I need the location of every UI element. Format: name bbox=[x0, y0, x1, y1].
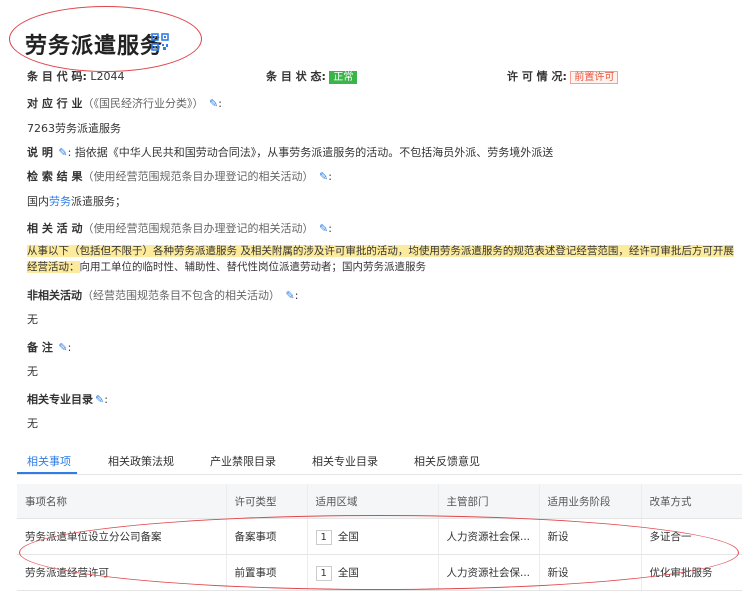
code-field: 条 目 代 码: L2044 bbox=[27, 68, 125, 84]
remark-label: 备 注 bbox=[27, 341, 53, 354]
search-highlight: 劳务 bbox=[49, 195, 71, 208]
cell-region: 1 全国 bbox=[306, 554, 438, 591]
remark-value: 无 bbox=[27, 365, 38, 378]
code-value: L2044 bbox=[90, 70, 125, 83]
tab-related-feedback[interactable]: 相关反馈意见 bbox=[414, 453, 480, 469]
header-department: 主管部门 bbox=[437, 484, 539, 519]
cell-department: 人力资源社会保... bbox=[437, 518, 539, 555]
search-label: 检 索 结 果 bbox=[27, 170, 83, 183]
related-line2-hl: 经营活动： bbox=[27, 261, 80, 273]
search-paren: （使用经营范围规范条目办理登记的相关活动） bbox=[82, 170, 314, 183]
search-header: 检 索 结 果（使用经营范围规范条目办理登记的相关活动） ✎: bbox=[27, 170, 332, 183]
edit-pencil-icon[interactable]: ✎ bbox=[319, 170, 328, 183]
edit-pencil-icon[interactable]: ✎ bbox=[58, 146, 67, 159]
catalog-value: 无 bbox=[27, 417, 38, 430]
related-header: 相 关 活 动（使用经营范围规范条目办理登记的相关活动） ✎: bbox=[27, 222, 332, 235]
status-label: 条 目 状 态: bbox=[266, 70, 326, 83]
title-annotation-circle bbox=[9, 6, 202, 72]
cell-department: 人力资源社会保... bbox=[437, 554, 539, 591]
search-suffix: 派遣服务； bbox=[71, 195, 126, 208]
nonrelated-paren: （经营范围规范条目不包含的相关活动） bbox=[82, 289, 280, 302]
header-item-name: 事项名称 bbox=[17, 484, 226, 519]
cell-item-name[interactable]: 劳务派遣经营许可 bbox=[17, 554, 226, 591]
related-line2-text: 向用工单位的临时性、辅助性、替代性岗位派遣劳动者；国内劳务派遣服务 bbox=[79, 261, 427, 273]
header-reform: 改革方式 bbox=[640, 484, 742, 519]
tab-related-catalog[interactable]: 相关专业目录 bbox=[312, 453, 378, 469]
industry-header: 对 应 行 业（《国民经济行业分类》） ✎: bbox=[27, 97, 222, 110]
description-label: 说 明 bbox=[27, 146, 53, 159]
catalog-header: 相关专业目录 ✎: bbox=[27, 393, 108, 406]
edit-pencil-icon[interactable]: ✎ bbox=[95, 393, 104, 406]
status-badge: 正常 bbox=[329, 71, 358, 84]
search-prefix: 国内 bbox=[27, 195, 49, 208]
region-count-badge: 1 bbox=[315, 529, 332, 545]
permit-field: 许 可 情 况: 前置许可 bbox=[507, 68, 619, 84]
cell-reform: 多证合一 bbox=[640, 518, 742, 555]
related-label: 相 关 活 动 bbox=[27, 222, 83, 235]
status-field: 条 目 状 态: 正常 bbox=[266, 68, 358, 84]
code-label: 条 目 代 码: bbox=[27, 70, 87, 83]
edit-pencil-icon[interactable]: ✎ bbox=[209, 97, 218, 110]
remark-header: 备 注 ✎: bbox=[27, 341, 72, 354]
industry-paren: （《国民经济行业分类》） bbox=[82, 97, 204, 110]
cell-stage: 新设 bbox=[538, 554, 641, 591]
edit-pencil-icon[interactable]: ✎ bbox=[58, 341, 67, 354]
region-text: 全国 bbox=[337, 566, 359, 579]
tab-related-items[interactable]: 相关事项 bbox=[27, 453, 71, 469]
header-permit-type: 许可类型 bbox=[225, 484, 307, 519]
table-row[interactable]: 劳务派遣经营许可 前置事项 1 全国 人力资源社会保... 新设 优化审批服务 bbox=[17, 554, 742, 591]
nonrelated-header: 非相关活动（经营范围规范条目不包含的相关活动） ✎: bbox=[27, 289, 299, 302]
cell-reform: 优化审批服务 bbox=[640, 554, 742, 591]
tab-related-policies[interactable]: 相关政策法规 bbox=[108, 453, 174, 469]
industry-label: 对 应 行 业 bbox=[27, 97, 83, 110]
nonrelated-label: 非相关活动 bbox=[27, 289, 82, 302]
edit-pencil-icon[interactable]: ✎ bbox=[286, 289, 295, 302]
cell-permit-type: 前置事项 bbox=[225, 554, 307, 591]
search-value: 国内劳务派遣服务； bbox=[27, 193, 126, 209]
cell-permit-type: 备案事项 bbox=[225, 518, 307, 555]
related-line1-text: 从事以下（包括但不限于）各种劳务派遣服务 及相关附属的涉及许可审批的活动，均使用… bbox=[27, 245, 734, 257]
description-row: 说 明 ✎: 指依据《中华人民共和国劳动合同法》，从事劳务派遣服务的活动。不包括… bbox=[27, 146, 554, 159]
nonrelated-value: 无 bbox=[27, 313, 38, 326]
permit-label: 许 可 情 况: bbox=[507, 70, 567, 83]
edit-pencil-icon[interactable]: ✎ bbox=[319, 222, 328, 235]
cell-item-name[interactable]: 劳务派遣单位设立分公司备案 bbox=[17, 518, 226, 555]
region-text: 全国 bbox=[337, 530, 359, 543]
cell-region: 1 全国 bbox=[306, 518, 438, 555]
related-line-2: 经营活动：向用工单位的临时性、辅助性、替代性岗位派遣劳动者；国内劳务派遣服务 bbox=[27, 259, 426, 274]
catalog-label: 相关专业目录 bbox=[27, 393, 93, 406]
header-region: 适用区域 bbox=[306, 484, 438, 519]
related-paren: （使用经营范围规范条目办理登记的相关活动） bbox=[82, 222, 314, 235]
related-line-1: 从事以下（包括但不限于）各种劳务派遣服务 及相关附属的涉及许可审批的活动，均使用… bbox=[27, 243, 742, 258]
permit-badge: 前置许可 bbox=[570, 71, 619, 84]
related-items-table: 事项名称 许可类型 适用区域 主管部门 适用业务阶段 改革方式 劳务派遣单位设立… bbox=[17, 484, 742, 591]
active-tab-indicator bbox=[17, 472, 77, 474]
region-count-badge: 1 bbox=[315, 565, 332, 581]
description-value: 指依据《中华人民共和国劳动合同法》，从事劳务派遣服务的活动。不包括海员外派、劳务… bbox=[74, 146, 554, 159]
table-header-row: 事项名称 许可类型 适用区域 主管部门 适用业务阶段 改革方式 bbox=[17, 484, 742, 519]
cell-stage: 新设 bbox=[538, 518, 641, 555]
industry-value: 7263劳务派遣服务 bbox=[27, 122, 121, 135]
tab-bar: 相关事项 相关政策法规 产业禁限目录 相关专业目录 相关反馈意见 bbox=[17, 446, 742, 475]
header-stage: 适用业务阶段 bbox=[538, 484, 641, 519]
table-row[interactable]: 劳务派遣单位设立分公司备案 备案事项 1 全国 人力资源社会保... 新设 多证合… bbox=[17, 518, 742, 555]
tab-industry-restrictions[interactable]: 产业禁限目录 bbox=[210, 453, 276, 469]
